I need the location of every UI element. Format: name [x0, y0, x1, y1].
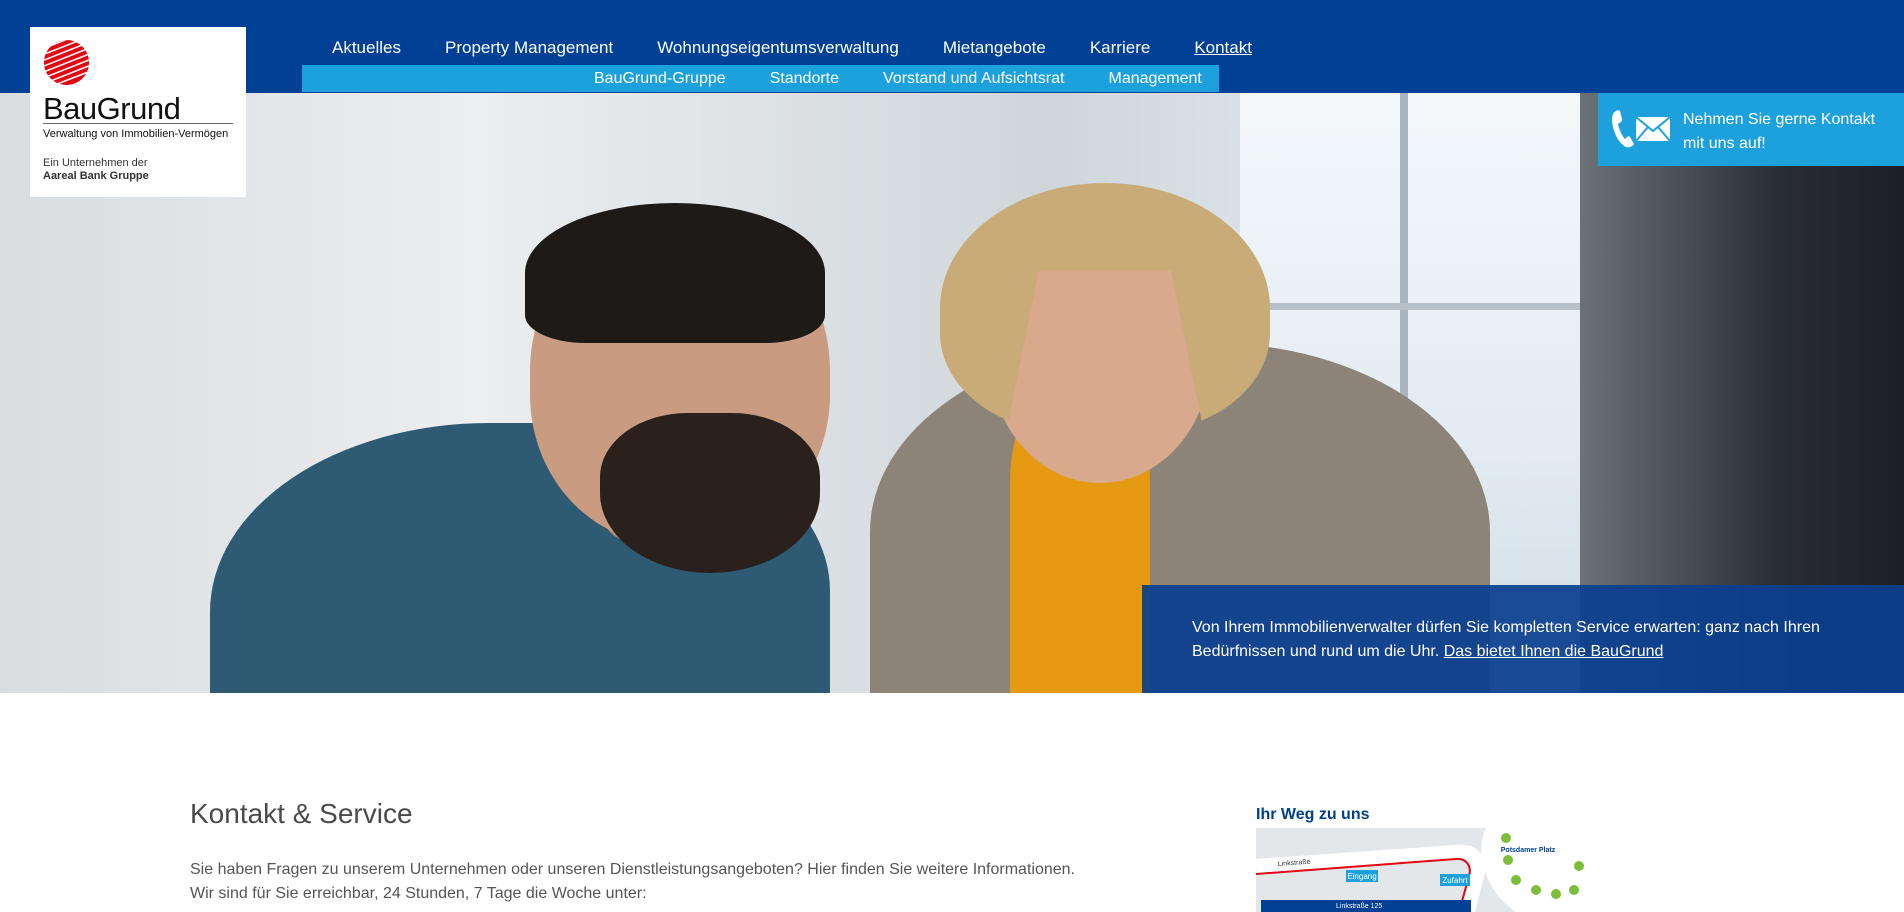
map-label-driveway: Zufahrt	[1442, 876, 1468, 885]
logo-tagline: Verwaltung von Immobilien-Vermögen	[43, 128, 229, 140]
contact-cta-label: Nehmen Sie gerne Kontakt mit uns auf!	[1683, 111, 1876, 152]
main-navigation: Aktuelles Property Management Wohnungsei…	[310, 35, 1274, 59]
intro-paragraph: Sie haben Fragen zu unserem Unternehmen …	[190, 861, 1075, 878]
map-label-entrance: Eingang	[1347, 872, 1376, 881]
hero-text-panel: Von Ihrem Immobilienverwalter dürfen Sie…	[1142, 585, 1904, 693]
logo-parent-line: Ein Unternehmen der	[43, 157, 148, 169]
baugrund-logo-icon	[43, 39, 90, 86]
logo-name: BauGrund	[43, 91, 181, 126]
subnav-item-management[interactable]: Management	[1086, 68, 1223, 90]
map-graphic: Eingang Zufahrt Linkstraße Linkstraße 12…	[1256, 828, 1586, 912]
logo-divider	[43, 123, 233, 124]
location-map[interactable]: Eingang Zufahrt Linkstraße Linkstraße 12…	[1256, 828, 1586, 912]
sub-navigation: BauGrund-Gruppe Standorte Vorstand und A…	[302, 65, 1219, 92]
nav-item-karriere[interactable]: Karriere	[1068, 35, 1172, 59]
hero-text: Von Ihrem Immobilienverwalter dürfen Sie…	[1192, 616, 1872, 664]
nav-item-aktuelles[interactable]: Aktuelles	[310, 35, 423, 59]
hero-link-baugrund[interactable]: Das bietet Ihnen die BauGrund	[1444, 643, 1664, 660]
contact-cta-button[interactable]: Nehmen Sie gerne Kontakt mit uns auf!	[1598, 93, 1904, 166]
logo[interactable]: BauGrund Verwaltung von Immobilien-Vermö…	[30, 27, 246, 197]
page-title: Kontakt & Service	[190, 798, 413, 829]
mail-icon	[1635, 116, 1671, 142]
availability-paragraph: Wir sind für Sie erreichbar, 24 Stunden,…	[190, 885, 647, 902]
nav-item-mietangebote[interactable]: Mietangebote	[921, 35, 1068, 59]
nav-item-wohnungseigentumsverwaltung[interactable]: Wohnungseigentumsverwaltung	[635, 35, 921, 59]
map-label-square: Potsdamer Platz	[1501, 847, 1556, 854]
route-heading: Ihr Weg zu uns	[1256, 806, 1370, 823]
map-label-address: Linkstraße 125	[1336, 903, 1382, 910]
nav-item-property-management[interactable]: Property Management	[423, 35, 635, 59]
subnav-item-standorte[interactable]: Standorte	[748, 68, 861, 90]
subnav-item-baugrund-gruppe[interactable]: BauGrund-Gruppe	[572, 68, 748, 90]
phone-icon	[1612, 110, 1634, 148]
subnav-item-vorstand[interactable]: Vorstand und Aufsichtsrat	[861, 68, 1086, 90]
nav-item-kontakt[interactable]: Kontakt	[1172, 35, 1274, 59]
logo-parent-company: Aareal Bank Gruppe	[43, 170, 149, 182]
